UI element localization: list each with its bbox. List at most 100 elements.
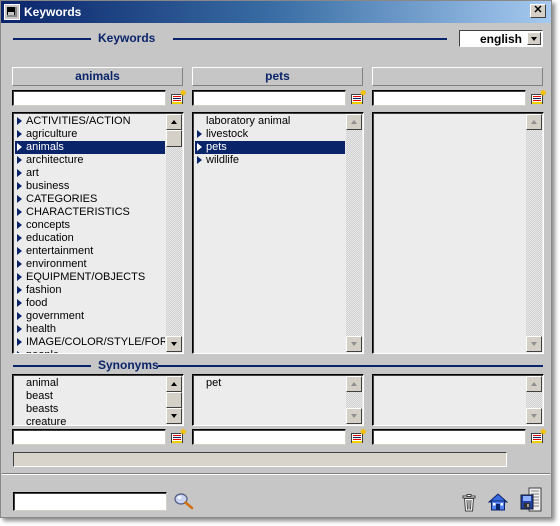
synonym-list-item[interactable]: creature xyxy=(26,416,166,425)
title-bar[interactable]: Keywords ✕ xyxy=(1,1,551,23)
expand-triangle-icon[interactable] xyxy=(17,286,22,294)
keyword-list-item[interactable]: environment xyxy=(15,258,165,271)
new-synonym-icon[interactable]: ✸ xyxy=(171,428,187,443)
save-icon[interactable] xyxy=(520,487,542,512)
search-icon[interactable] xyxy=(174,492,194,510)
expand-triangle-icon[interactable] xyxy=(17,195,22,203)
expand-triangle-icon[interactable] xyxy=(17,221,22,229)
synonyms-3-scrollbar[interactable] xyxy=(526,376,542,424)
chevron-down-icon[interactable] xyxy=(527,32,541,45)
new-keyword-icon[interactable]: ✸ xyxy=(531,89,547,104)
expand-triangle-icon[interactable] xyxy=(17,325,22,333)
scroll-thumb[interactable] xyxy=(166,130,182,147)
scroll-down-button[interactable] xyxy=(166,336,182,352)
expand-triangle-icon[interactable] xyxy=(17,351,22,353)
column-1-filter-input[interactable] xyxy=(12,90,166,106)
column-header-3[interactable] xyxy=(372,67,543,86)
column-2-scrollbar[interactable] xyxy=(346,114,362,352)
expand-triangle-icon[interactable] xyxy=(17,130,22,138)
trash-icon[interactable] xyxy=(462,494,476,512)
keyword-list-item[interactable]: animals xyxy=(15,141,165,154)
column-header-2[interactable]: pets xyxy=(192,67,363,86)
expand-triangle-icon[interactable] xyxy=(17,247,22,255)
bottom-search-input[interactable] xyxy=(13,492,167,511)
scroll-down-button[interactable] xyxy=(526,408,542,424)
column-3-scrollbar[interactable] xyxy=(526,114,542,352)
synonym-list-item[interactable]: beast xyxy=(26,390,166,403)
column-2-keyword-list[interactable]: laboratory animal livestock pets wildlife xyxy=(192,112,364,354)
column-2-filter-input[interactable] xyxy=(192,90,346,106)
keyword-list-item[interactable]: business xyxy=(15,180,165,193)
column-header-1[interactable]: animals xyxy=(12,67,183,86)
column-1-scrollbar[interactable] xyxy=(166,114,182,352)
keyword-list-item[interactable]: fashion xyxy=(15,284,165,297)
scroll-thumb[interactable] xyxy=(166,392,182,408)
keyword-list-item[interactable]: EQUIPMENT/OBJECTS xyxy=(15,271,165,284)
expand-triangle-icon[interactable] xyxy=(17,273,22,281)
synonym-1-input[interactable] xyxy=(12,429,166,445)
expand-triangle-icon[interactable] xyxy=(17,143,22,151)
keyword-list-item[interactable]: people xyxy=(15,349,165,353)
scroll-up-button[interactable] xyxy=(526,376,542,392)
scroll-up-button[interactable] xyxy=(526,114,542,130)
keyword-list-item[interactable]: food xyxy=(15,297,165,310)
keyword-list-item[interactable]: art xyxy=(15,167,165,180)
new-synonym-icon[interactable]: ✸ xyxy=(531,428,547,443)
keyword-list-item[interactable]: livestock xyxy=(195,128,345,141)
keyword-list-item[interactable]: concepts xyxy=(15,219,165,232)
scroll-down-button[interactable] xyxy=(346,336,362,352)
synonyms-list-3[interactable] xyxy=(372,374,544,426)
expand-triangle-icon[interactable] xyxy=(17,234,22,242)
expand-triangle-icon[interactable] xyxy=(17,338,22,346)
scroll-down-button[interactable] xyxy=(166,408,182,424)
synonym-list-item[interactable]: animal xyxy=(26,377,166,390)
language-select[interactable]: english xyxy=(459,30,543,47)
scroll-up-button[interactable] xyxy=(346,376,362,392)
scroll-up-button[interactable] xyxy=(166,114,182,130)
synonyms-2-scrollbar[interactable] xyxy=(346,376,362,424)
home-icon[interactable] xyxy=(487,492,509,512)
keyword-list-item[interactable]: pets xyxy=(195,141,345,154)
expand-triangle-icon[interactable] xyxy=(17,208,22,216)
close-button[interactable]: ✕ xyxy=(530,4,546,18)
synonyms-list-1[interactable]: animal beast beasts creature xyxy=(12,374,184,426)
expand-triangle-icon[interactable] xyxy=(17,260,22,268)
keyword-list-item[interactable]: government xyxy=(15,310,165,323)
expand-triangle-icon[interactable] xyxy=(17,312,22,320)
synonym-list-item[interactable]: beasts xyxy=(26,403,166,416)
scroll-down-button[interactable] xyxy=(346,408,362,424)
expand-triangle-icon[interactable] xyxy=(17,169,22,177)
keyword-list-item[interactable]: architecture xyxy=(15,154,165,167)
keyword-list-item[interactable]: laboratory animal xyxy=(195,115,345,128)
expand-triangle-icon[interactable] xyxy=(197,143,202,151)
keyword-list-item[interactable]: wildlife xyxy=(195,154,345,167)
keyword-list-item[interactable]: entertainment xyxy=(15,245,165,258)
synonyms-1-scrollbar[interactable] xyxy=(166,376,182,424)
keyword-list-item[interactable]: education xyxy=(15,232,165,245)
keyword-list-item[interactable]: agriculture xyxy=(15,128,165,141)
synonym-3-input[interactable] xyxy=(372,429,526,445)
scroll-up-button[interactable] xyxy=(346,114,362,130)
expand-triangle-icon[interactable] xyxy=(17,156,22,164)
keyword-list-item[interactable]: health xyxy=(15,323,165,336)
new-keyword-icon[interactable]: ✸ xyxy=(171,89,187,104)
synonyms-list-2[interactable]: pet xyxy=(192,374,364,426)
scroll-down-button[interactable] xyxy=(526,336,542,352)
expand-triangle-icon[interactable] xyxy=(197,156,202,164)
keyword-list-item[interactable]: ACTIVITIES/ACTION xyxy=(15,115,165,128)
keyword-list-item[interactable]: CHARACTERISTICS xyxy=(15,206,165,219)
keyword-list-item[interactable]: IMAGE/COLOR/STYLE/FOR xyxy=(15,336,165,349)
synonym-2-input[interactable] xyxy=(192,429,346,445)
scroll-up-button[interactable] xyxy=(166,376,182,392)
column-3-filter-input[interactable] xyxy=(372,90,526,106)
keyword-list-item[interactable]: CATEGORIES xyxy=(15,193,165,206)
new-keyword-icon[interactable]: ✸ xyxy=(351,89,367,104)
expand-triangle-icon[interactable] xyxy=(197,130,202,138)
column-3-keyword-list[interactable] xyxy=(372,112,544,354)
expand-triangle-icon[interactable] xyxy=(17,299,22,307)
new-synonym-icon[interactable]: ✸ xyxy=(351,428,367,443)
synonym-list-item[interactable]: pet xyxy=(206,377,346,390)
expand-triangle-icon[interactable] xyxy=(17,182,22,190)
column-1-keyword-list[interactable]: ACTIVITIES/ACTION agriculture animals archi… xyxy=(12,112,184,354)
expand-triangle-icon[interactable] xyxy=(17,117,22,125)
